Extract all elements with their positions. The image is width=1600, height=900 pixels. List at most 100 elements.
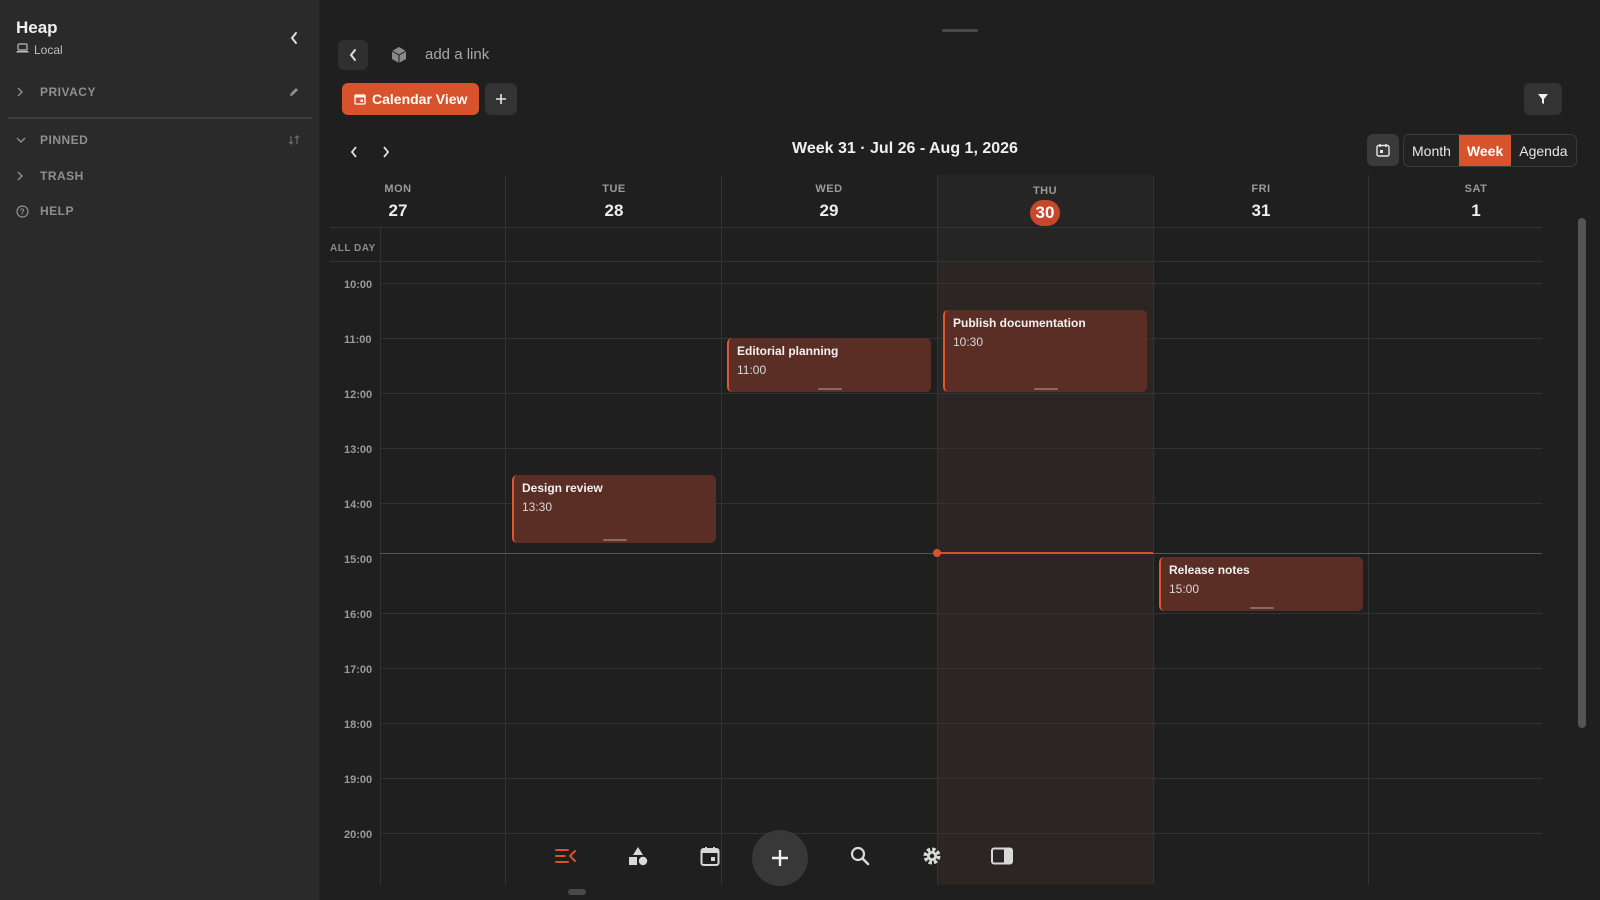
day-header[interactable]: TUE 28 bbox=[506, 175, 722, 230]
today-number-badge: 30 bbox=[1030, 200, 1060, 226]
calendar-scrollbar[interactable] bbox=[1578, 218, 1586, 728]
day-header[interactable]: FRI 31 bbox=[1153, 175, 1369, 230]
sidebar-section-trash[interactable]: TRASH bbox=[16, 165, 306, 187]
day-number: 31 bbox=[1251, 201, 1271, 220]
chevron-left-icon bbox=[290, 32, 297, 44]
next-week-button[interactable] bbox=[375, 141, 397, 163]
shapes-button[interactable] bbox=[620, 838, 656, 874]
day-name: WED bbox=[815, 183, 843, 195]
hour-label: 10:00 bbox=[344, 279, 373, 291]
hour-label: 19:00 bbox=[344, 774, 373, 786]
search-button[interactable] bbox=[842, 838, 878, 874]
sidebar-section-pinned[interactable]: PINNED bbox=[16, 129, 306, 151]
day-header[interactable]: MON 27 bbox=[384, 175, 412, 230]
week-calendar-grid: MON 27 TUE 28 WED 29 THU 30 FRI 31 SAT 1 bbox=[330, 175, 1542, 885]
drag-handle[interactable] bbox=[942, 29, 978, 32]
filter-icon bbox=[1538, 94, 1548, 104]
chevron-down-icon bbox=[16, 136, 34, 144]
mode-month[interactable]: Month bbox=[1404, 135, 1459, 166]
event-resize-handle[interactable] bbox=[1250, 607, 1274, 609]
list-icon bbox=[555, 849, 576, 863]
event-time: 15:00 bbox=[1169, 582, 1200, 596]
sidebar-section-help[interactable]: ? HELP bbox=[16, 200, 306, 222]
gear-icon bbox=[923, 847, 941, 865]
workspace-location: Local bbox=[16, 43, 63, 57]
calendar-view-label: Calendar View bbox=[372, 91, 468, 107]
mode-agenda[interactable]: Agenda bbox=[1511, 135, 1575, 166]
help-icon: ? bbox=[16, 204, 34, 218]
day-name: MON bbox=[384, 183, 412, 195]
day-number: 1 bbox=[1471, 201, 1481, 220]
hour-label: 11:00 bbox=[344, 334, 372, 346]
laptop-icon bbox=[16, 43, 29, 57]
event-title: Publish documentation bbox=[953, 316, 1086, 330]
workspace-title: Heap bbox=[16, 18, 58, 37]
panel-icon bbox=[991, 847, 1013, 865]
day-number: 27 bbox=[388, 201, 408, 220]
day-header-today[interactable]: THU 30 bbox=[937, 175, 1153, 230]
calendar-view-button[interactable]: Calendar View bbox=[342, 83, 480, 115]
outline-button[interactable] bbox=[548, 838, 584, 874]
hour-label: 17:00 bbox=[344, 664, 373, 676]
event-time: 13:30 bbox=[522, 500, 553, 514]
event-resize-handle[interactable] bbox=[1034, 388, 1058, 390]
week-title: Week 31 · Jul 26 - Aug 1, 2026 bbox=[792, 140, 1018, 157]
day-number: 29 bbox=[819, 201, 839, 220]
sort-icon[interactable] bbox=[288, 134, 300, 146]
panel-toggle-button[interactable] bbox=[984, 838, 1020, 874]
home-indicator bbox=[568, 889, 586, 895]
current-time-dot bbox=[933, 549, 941, 557]
search-icon bbox=[850, 846, 870, 866]
plus-icon bbox=[772, 850, 788, 866]
hour-label: 14:00 bbox=[344, 499, 373, 511]
day-name: TUE bbox=[602, 183, 626, 195]
day-name: SAT bbox=[1464, 183, 1488, 195]
previous-week-button[interactable] bbox=[343, 141, 365, 163]
calendar-today-icon bbox=[1376, 144, 1390, 157]
event-resize-handle[interactable] bbox=[818, 388, 842, 390]
event-time: 10:30 bbox=[953, 335, 984, 349]
event-title: Design review bbox=[522, 481, 603, 495]
add-link-input[interactable]: add a link bbox=[425, 46, 489, 63]
sidebar-section-label: HELP bbox=[40, 204, 75, 218]
current-time-line bbox=[937, 552, 1153, 554]
day-header[interactable]: SAT 1 bbox=[1368, 175, 1542, 230]
add-view-button[interactable] bbox=[485, 83, 517, 115]
event-publish-documentation[interactable]: Publish documentation 10:30 bbox=[943, 310, 1147, 392]
day-header[interactable]: WED 29 bbox=[721, 175, 937, 230]
calendar-button[interactable] bbox=[692, 838, 728, 874]
collapse-sidebar-button[interactable] bbox=[284, 28, 304, 48]
calendar-icon bbox=[354, 94, 366, 105]
bottom-toolbar bbox=[548, 826, 1028, 886]
today-button[interactable] bbox=[1367, 134, 1399, 166]
mode-week[interactable]: Week bbox=[1458, 135, 1512, 166]
settings-button[interactable] bbox=[914, 838, 950, 874]
event-title: Editorial planning bbox=[737, 344, 839, 358]
shapes-icon bbox=[629, 847, 648, 866]
app-window: Heap Local PRIVACY PINNED TRASH ? HELP a… bbox=[0, 0, 1600, 900]
hour-label: 15:00 bbox=[344, 554, 373, 566]
hour-label: 13:00 bbox=[344, 444, 373, 456]
edit-icon[interactable] bbox=[288, 86, 300, 98]
event-time: 11:00 bbox=[737, 363, 767, 377]
event-release-notes[interactable]: Release notes 15:00 bbox=[1159, 557, 1363, 611]
filter-button[interactable] bbox=[1524, 83, 1562, 115]
day-number: 28 bbox=[604, 201, 624, 220]
grid-line bbox=[937, 175, 938, 885]
plus-icon bbox=[496, 94, 506, 104]
grid-line bbox=[1153, 175, 1154, 885]
chevron-right-icon bbox=[16, 171, 34, 181]
current-time-line-dim bbox=[380, 553, 937, 554]
grid-line bbox=[1368, 175, 1369, 885]
event-resize-handle[interactable] bbox=[603, 539, 627, 541]
add-button[interactable] bbox=[752, 830, 808, 886]
current-time-line-dim bbox=[1153, 553, 1542, 554]
event-design-review[interactable]: Design review 13:30 bbox=[512, 475, 716, 543]
day-name: THU bbox=[1032, 185, 1058, 197]
sidebar-section-privacy[interactable]: PRIVACY bbox=[16, 81, 306, 103]
event-editorial-planning[interactable]: Editorial planning 11:00 bbox=[727, 338, 931, 392]
back-button[interactable] bbox=[338, 40, 368, 70]
main-panel: add a link Calendar View Week 31 · Jul 2… bbox=[320, 0, 1600, 900]
chevron-right-icon bbox=[16, 87, 34, 97]
workspace-location-label: Local bbox=[34, 43, 63, 57]
